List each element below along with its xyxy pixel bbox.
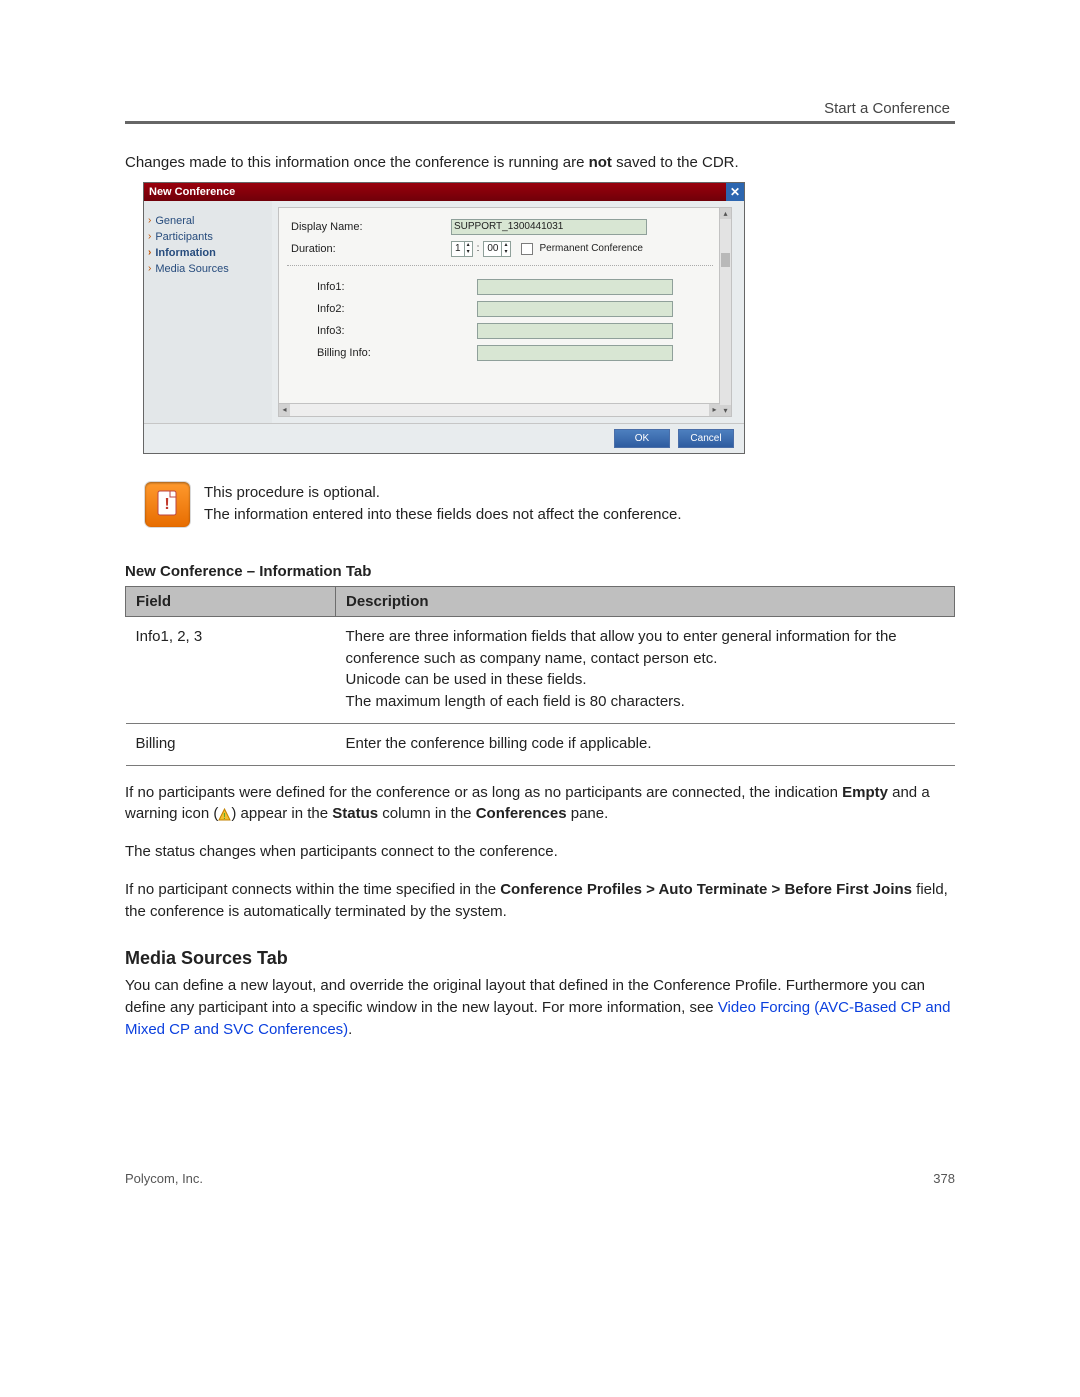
svg-text:!: ! xyxy=(224,812,227,821)
paragraph-auto-terminate: If no participant connects within the ti… xyxy=(125,879,955,923)
chevron-down-icon[interactable]: ▾ xyxy=(504,249,507,256)
horizontal-scrollbar[interactable]: ◂ ▸ xyxy=(279,403,720,416)
header-divider xyxy=(125,121,955,124)
sidebar-item-media-sources[interactable]: ›Media Sources xyxy=(148,261,268,277)
label-info3: Info3: xyxy=(287,325,477,337)
lead-paragraph: Changes made to this information once th… xyxy=(125,152,955,174)
stepper-hours[interactable]: 1▴▾ xyxy=(451,241,473,257)
input-info2[interactable] xyxy=(477,301,673,317)
paragraph-empty-indication: If no participants were defined for the … xyxy=(125,782,955,826)
th-field: Field xyxy=(126,586,336,616)
warning-document-icon: ! xyxy=(145,482,190,527)
paragraph-status-change: The status changes when participants con… xyxy=(125,841,955,863)
checkbox-permanent[interactable] xyxy=(521,243,533,255)
ok-button[interactable]: OK xyxy=(614,429,670,448)
vertical-scrollbar[interactable]: ▴ ▾ xyxy=(719,208,731,416)
dialog-titlebar[interactable]: New Conference ✕ xyxy=(144,183,744,201)
label-duration: Duration: xyxy=(287,243,451,255)
chevron-right-icon: › xyxy=(148,247,151,258)
input-billing[interactable] xyxy=(477,345,673,361)
table-caption: New Conference – Information Tab xyxy=(125,563,955,580)
dialog-sidebar: ›General ›Participants ›Information ›Med… xyxy=(144,201,272,423)
scroll-up-icon[interactable]: ▴ xyxy=(720,208,731,219)
table-row: Billing Enter the conference billing cod… xyxy=(126,723,955,765)
sidebar-item-information[interactable]: ›Information xyxy=(148,245,268,261)
label-display-name: Display Name: xyxy=(287,221,451,233)
chevron-right-icon: › xyxy=(148,231,151,242)
chevron-up-icon[interactable]: ▴ xyxy=(467,242,470,249)
close-icon[interactable]: ✕ xyxy=(726,183,744,201)
chevron-up-icon[interactable]: ▴ xyxy=(504,242,507,249)
dialog-new-conference: New Conference ✕ ›General ›Participants … xyxy=(143,182,745,454)
svg-text:!: ! xyxy=(164,496,169,513)
label-permanent: Permanent Conference xyxy=(540,243,643,254)
scroll-right-icon[interactable]: ▸ xyxy=(709,404,720,416)
stepper-minutes[interactable]: 00▴▾ xyxy=(483,241,510,257)
label-billing: Billing Info: xyxy=(287,347,477,359)
note-text: This procedure is optional. The informat… xyxy=(204,482,682,527)
duration-separator: : xyxy=(477,243,480,254)
sidebar-item-participants[interactable]: ›Participants xyxy=(148,229,268,245)
input-display-name[interactable]: SUPPORT_1300441031 xyxy=(451,219,647,235)
chevron-down-icon[interactable]: ▾ xyxy=(467,249,470,256)
info-tab-table: Field Description Info1, 2, 3 There are … xyxy=(125,586,955,766)
heading-media-sources: Media Sources Tab xyxy=(125,948,955,969)
scroll-thumb[interactable] xyxy=(721,253,730,267)
table-row: Info1, 2, 3 There are three information … xyxy=(126,616,955,723)
paragraph-media-sources: You can define a new layout, and overrid… xyxy=(125,975,955,1040)
dialog-title: New Conference xyxy=(149,186,235,198)
warning-triangle-icon: ! xyxy=(218,808,231,821)
breadcrumb: Start a Conference xyxy=(125,100,955,121)
footer-page-number: 378 xyxy=(933,1171,955,1186)
chevron-right-icon: › xyxy=(148,215,151,226)
scroll-down-icon[interactable]: ▾ xyxy=(720,405,731,416)
input-info3[interactable] xyxy=(477,323,673,339)
th-description: Description xyxy=(336,586,955,616)
sidebar-item-general[interactable]: ›General xyxy=(148,213,268,229)
cancel-button[interactable]: Cancel xyxy=(678,429,734,448)
input-info1[interactable] xyxy=(477,279,673,295)
label-info1: Info1: xyxy=(287,281,477,293)
footer-company: Polycom, Inc. xyxy=(125,1171,203,1186)
scroll-left-icon[interactable]: ◂ xyxy=(279,404,290,416)
label-info2: Info2: xyxy=(287,303,477,315)
chevron-right-icon: › xyxy=(148,263,151,274)
